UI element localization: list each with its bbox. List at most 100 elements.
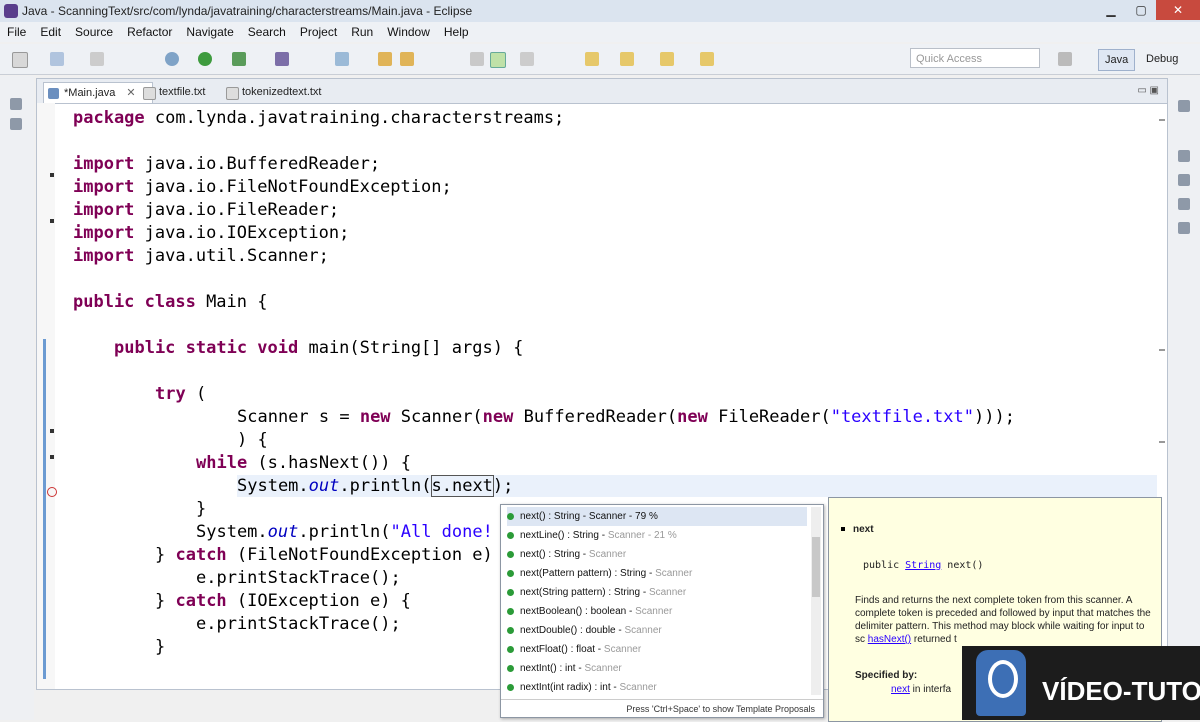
menu-refactor[interactable]: Refactor — [120, 22, 179, 42]
back-icon[interactable] — [660, 52, 674, 66]
overview-mark[interactable] — [1159, 441, 1165, 443]
forward-icon[interactable] — [700, 52, 714, 66]
assist-scrollbar[interactable] — [811, 507, 821, 695]
overview-mark[interactable] — [1159, 119, 1165, 121]
overview-mark[interactable] — [1159, 349, 1165, 351]
code-line: public class Main { — [73, 292, 268, 312]
assist-proposal[interactable]: next() : String - Scanner — [507, 545, 807, 564]
doc-heading: next — [841, 524, 874, 535]
menu-window[interactable]: Window — [380, 22, 437, 42]
tab-tokenizedtext[interactable]: tokenizedtext.txt — [222, 82, 322, 102]
tab-label: *Main.java — [64, 87, 116, 99]
code-line: public static void main(String[] args) { — [114, 338, 524, 358]
next-link[interactable]: next — [891, 684, 910, 695]
code-line: } catch (IOException e) { — [155, 591, 411, 611]
annotation-next-icon[interactable] — [585, 52, 599, 66]
doc-specified-by: Specified by: — [855, 670, 918, 681]
scrollbar-thumb[interactable] — [812, 537, 820, 597]
watermark-text: VÍDEO-TUTOR — [1042, 676, 1200, 706]
assist-proposal[interactable]: nextInt() : int - Scanner — [507, 659, 807, 678]
editor-window-controls[interactable]: ▭ ▣ — [1137, 85, 1159, 96]
run-icon[interactable] — [198, 52, 212, 66]
current-line: System.out.println(s.next); — [237, 475, 1157, 497]
text-file-icon — [226, 87, 239, 100]
editor-ruler — [37, 103, 55, 689]
code-line: import java.io.FileReader; — [73, 200, 340, 220]
text-file-icon — [143, 87, 156, 100]
menu-search[interactable]: Search — [241, 22, 293, 42]
code-line: e.printStackTrace(); — [196, 568, 401, 588]
content-assist-popup: next() : String - Scanner - 79 % nextLin… — [500, 504, 824, 718]
outline-icon[interactable] — [1178, 100, 1190, 112]
code-line: import java.io.BufferedReader; — [73, 154, 381, 174]
java-file-icon — [48, 88, 59, 99]
menu-edit[interactable]: Edit — [33, 22, 68, 42]
fold-marker[interactable] — [50, 219, 54, 223]
assist-proposal[interactable]: next() : String - Scanner - 79 % — [507, 507, 807, 526]
window-controls: ▁ ▢ ✕ — [1096, 0, 1200, 20]
fold-marker[interactable] — [50, 173, 54, 177]
quick-access-input[interactable]: Quick Access — [910, 48, 1040, 68]
assist-proposal[interactable]: nextBoolean() : boolean - Scanner — [507, 602, 807, 621]
menu-source[interactable]: Source — [68, 22, 120, 42]
tab-textfile[interactable]: textfile.txt — [139, 82, 205, 102]
highlight-icon[interactable] — [490, 52, 506, 68]
title-bar: Java - ScanningText/src/com/lynda/javatr… — [0, 0, 1200, 23]
assist-proposal[interactable]: nextInt(int radix) : int - Scanner — [507, 678, 807, 697]
maximize-button[interactable]: ▢ — [1126, 0, 1156, 20]
package-explorer-icon[interactable] — [10, 118, 22, 130]
print-icon[interactable] — [90, 52, 104, 66]
debug-icon[interactable] — [165, 52, 179, 66]
view-icon[interactable] — [1178, 174, 1190, 186]
fold-marker[interactable] — [50, 455, 54, 459]
code-line: System.out.println("All done! — [196, 522, 493, 542]
annotation-prev-icon[interactable] — [620, 52, 634, 66]
assist-proposal[interactable]: nextLine() : String - Scanner - 21 % — [507, 526, 807, 545]
tab-main-java[interactable]: *Main.java ✕ — [43, 82, 153, 103]
close-tab-icon[interactable]: ✕ — [126, 87, 135, 99]
new-java-project-icon[interactable] — [275, 52, 289, 66]
open-folder-icon[interactable] — [400, 52, 414, 66]
menu-navigate[interactable]: Navigate — [179, 22, 240, 42]
eclipse-icon — [4, 4, 18, 18]
open-perspective-icon[interactable] — [1058, 52, 1072, 66]
new-icon[interactable] — [12, 52, 28, 68]
view-icon[interactable] — [1178, 198, 1190, 210]
java-perspective-button[interactable]: Java — [1098, 49, 1136, 71]
menu-file[interactable]: File — [0, 22, 33, 42]
toggle-mark-icon[interactable] — [470, 52, 484, 66]
menu-help[interactable]: Help — [437, 22, 476, 42]
typed-text: s.next — [430, 475, 494, 497]
error-marker-icon[interactable] — [47, 487, 57, 497]
hasnext-link[interactable]: hasNext() — [868, 634, 911, 645]
assist-proposal[interactable]: nextDouble() : double - Scanner — [507, 621, 807, 640]
fold-marker[interactable] — [50, 429, 54, 433]
task-list-icon[interactable] — [1178, 150, 1190, 162]
video-tutor-logo-icon — [976, 650, 1026, 716]
show-whitespace-icon[interactable] — [520, 52, 534, 66]
menu-run[interactable]: Run — [344, 22, 380, 42]
assist-proposal[interactable]: next(Pattern pattern) : String - Scanner — [507, 564, 807, 583]
doc-specified-value: next in interfa — [891, 684, 952, 695]
menu-project[interactable]: Project — [293, 22, 344, 42]
view-icon[interactable] — [1178, 222, 1190, 234]
editor-tabs: *Main.java ✕ textfile.txt tokenizedtext.… — [37, 79, 1167, 104]
minimize-button[interactable]: ▁ — [1096, 0, 1126, 20]
tab-label: tokenizedtext.txt — [242, 86, 322, 98]
doc-signature: public String next() — [863, 560, 984, 571]
scope-indicator — [43, 339, 46, 679]
code-line: e.printStackTrace(); — [196, 614, 401, 634]
code-line: import java.io.FileNotFoundException; — [73, 177, 452, 197]
assist-proposal[interactable]: nextFloat() : float - Scanner — [507, 640, 807, 659]
restore-icon[interactable] — [10, 98, 22, 110]
assist-proposal[interactable]: next(String pattern) : String - Scanner — [507, 583, 807, 602]
code-line: } catch (FileNotFoundException e) — [155, 545, 493, 565]
close-button[interactable]: ✕ — [1156, 0, 1200, 20]
debug-perspective-button[interactable]: Debug — [1140, 49, 1184, 69]
string-type-link[interactable]: String — [905, 560, 941, 571]
new-class-icon[interactable] — [335, 52, 349, 66]
code-line: package com.lynda.javatraining.character… — [73, 108, 565, 128]
open-type-icon[interactable] — [378, 52, 392, 66]
external-tools-icon[interactable] — [232, 52, 246, 66]
save-icon[interactable] — [50, 52, 64, 66]
